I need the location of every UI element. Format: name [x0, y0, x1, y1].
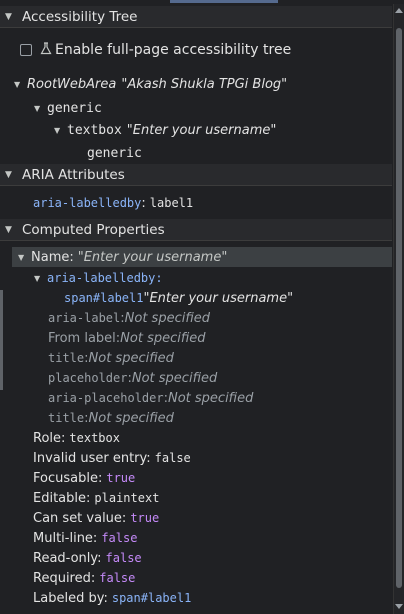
collapse-triangle-icon: ▼ [5, 11, 12, 22]
computed-name-row[interactable]: ▼ Name: "Enter your username" [12, 247, 392, 267]
node-role: generic [47, 100, 102, 116]
node-role: textbox [67, 122, 122, 138]
tree-node-generic-child[interactable]: generic [87, 143, 142, 163]
section-title: Accessibility Tree [22, 8, 138, 25]
source-key: aria-labelledby: [47, 271, 163, 285]
property-value: false [99, 571, 136, 585]
expand-triangle-icon: ▼ [14, 79, 21, 89]
source-key: From label [48, 330, 116, 346]
node-name: "Enter your username" [126, 122, 277, 138]
name-source-row[interactable]: title: Not specified [48, 408, 174, 428]
aria-attribute-value: label1 [149, 196, 194, 210]
name-source-row[interactable]: title: Not specified [48, 348, 174, 368]
source-key: placeholder [48, 371, 128, 385]
property-value: true [106, 471, 136, 485]
node-name: "Akash Shukla TPGi Blog" [121, 76, 288, 92]
aria-attribute-row[interactable]: aria-labelledby : label1 [33, 193, 193, 213]
full-page-tree-checkbox[interactable] [20, 44, 32, 56]
accessibility-tree-header[interactable]: ▼ Accessibility Tree [0, 6, 392, 28]
source-key: title [48, 411, 85, 425]
property-value: false [101, 531, 138, 545]
property-label: Read-only: [33, 550, 102, 566]
property-value: plaintext [94, 491, 160, 505]
property-label: Can set value: [33, 510, 127, 526]
checkbox-label: Enable full-page accessibility tree [55, 42, 292, 58]
property-value: false [105, 551, 142, 565]
expand-triangle-icon: ▼ [34, 103, 41, 113]
property-label: Editable: [33, 490, 91, 506]
source-key: aria-label [48, 311, 121, 325]
name-source-labelledby-row[interactable]: ▼ aria-labelledby: [34, 268, 163, 288]
computed-property-row[interactable]: Focusable: true [33, 468, 135, 488]
collapse-triangle-icon: ▼ [5, 224, 12, 235]
experiment-flask-icon [40, 41, 52, 59]
computed-property-row[interactable]: Multi-line: false [33, 528, 137, 548]
name-source-row[interactable]: aria-label: Not specified [48, 308, 210, 328]
source-value: Not specified [88, 410, 174, 426]
section-title: Computed Properties [22, 221, 165, 238]
tree-node-root[interactable]: ▼ RootWebArea "Akash Shukla TPGi Blog" [14, 74, 287, 94]
name-source-row[interactable]: placeholder: Not specified [48, 368, 217, 388]
property-label: Focusable: [33, 470, 103, 486]
source-value: Not specified [167, 390, 254, 406]
labelledby-source-row[interactable]: span#label1 "Enter your username" [64, 288, 293, 308]
collapse-triangle-icon: ▼ [5, 169, 12, 180]
label-text-value: "Enter your username" [143, 290, 294, 306]
scroll-up-arrow-icon[interactable] [395, 8, 403, 13]
source-key: aria-placeholder [48, 391, 164, 405]
source-value: Not specified [88, 350, 174, 366]
name-source-row[interactable]: aria-placeholder: Not specified [48, 388, 253, 408]
source-value: Not specified [120, 330, 206, 346]
section-title: ARIA Attributes [22, 166, 125, 183]
computed-properties-header[interactable]: ▼ Computed Properties [0, 219, 392, 241]
property-value: textbox [69, 431, 120, 445]
tree-node-textbox[interactable]: ▼ textbox "Enter your username" [54, 120, 276, 140]
aria-attribute-key: aria-labelledby [33, 196, 142, 210]
property-value: false [154, 451, 191, 465]
property-label: Required: [33, 570, 96, 586]
node-role: RootWebArea [27, 76, 117, 92]
source-value: Not specified [124, 310, 210, 326]
property-label: Role: [33, 430, 66, 446]
active-tab-indicator [170, 0, 278, 3]
source-value: Not specified [131, 370, 218, 386]
computed-property-row[interactable]: Role: textbox [33, 428, 120, 448]
computed-property-row[interactable]: Read-only: false [33, 548, 142, 568]
full-page-tree-checkbox-row[interactable]: Enable full-page accessibility tree [20, 40, 291, 60]
property-label: Multi-line: [33, 530, 98, 546]
label-link[interactable]: span#label1 [64, 291, 143, 305]
name-label: Name: [31, 249, 74, 265]
colon: : [141, 195, 146, 211]
source-key: title [48, 351, 85, 365]
scroll-down-arrow-icon[interactable] [395, 604, 403, 609]
scrollbar-thumb[interactable] [396, 28, 402, 588]
expand-triangle-icon: ▼ [18, 252, 25, 262]
property-link[interactable]: span#label1 [112, 591, 191, 605]
computed-property-row[interactable]: Can set value: true [33, 508, 159, 528]
left-resize-gutter[interactable] [0, 290, 3, 390]
computed-property-row[interactable]: Required: false [33, 568, 135, 588]
aria-attributes-header[interactable]: ▼ ARIA Attributes [0, 164, 392, 186]
name-value: "Enter your username" [77, 249, 228, 265]
tree-node-generic[interactable]: ▼ generic [34, 98, 102, 118]
expand-triangle-icon: ▼ [54, 125, 61, 135]
property-label: Labeled by: [33, 590, 108, 606]
expand-triangle-icon: ▼ [34, 273, 41, 283]
computed-property-row[interactable]: Labeled by: span#label1 [33, 588, 191, 608]
computed-property-row[interactable]: Invalid user entry: false [33, 448, 191, 468]
name-source-row[interactable]: From label: Not specified [48, 328, 206, 348]
property-label: Invalid user entry: [33, 450, 151, 466]
panel-top-bar [0, 0, 404, 4]
computed-property-row[interactable]: Editable: plaintext [33, 488, 159, 508]
node-role: generic [87, 145, 142, 161]
property-value: true [130, 511, 160, 525]
